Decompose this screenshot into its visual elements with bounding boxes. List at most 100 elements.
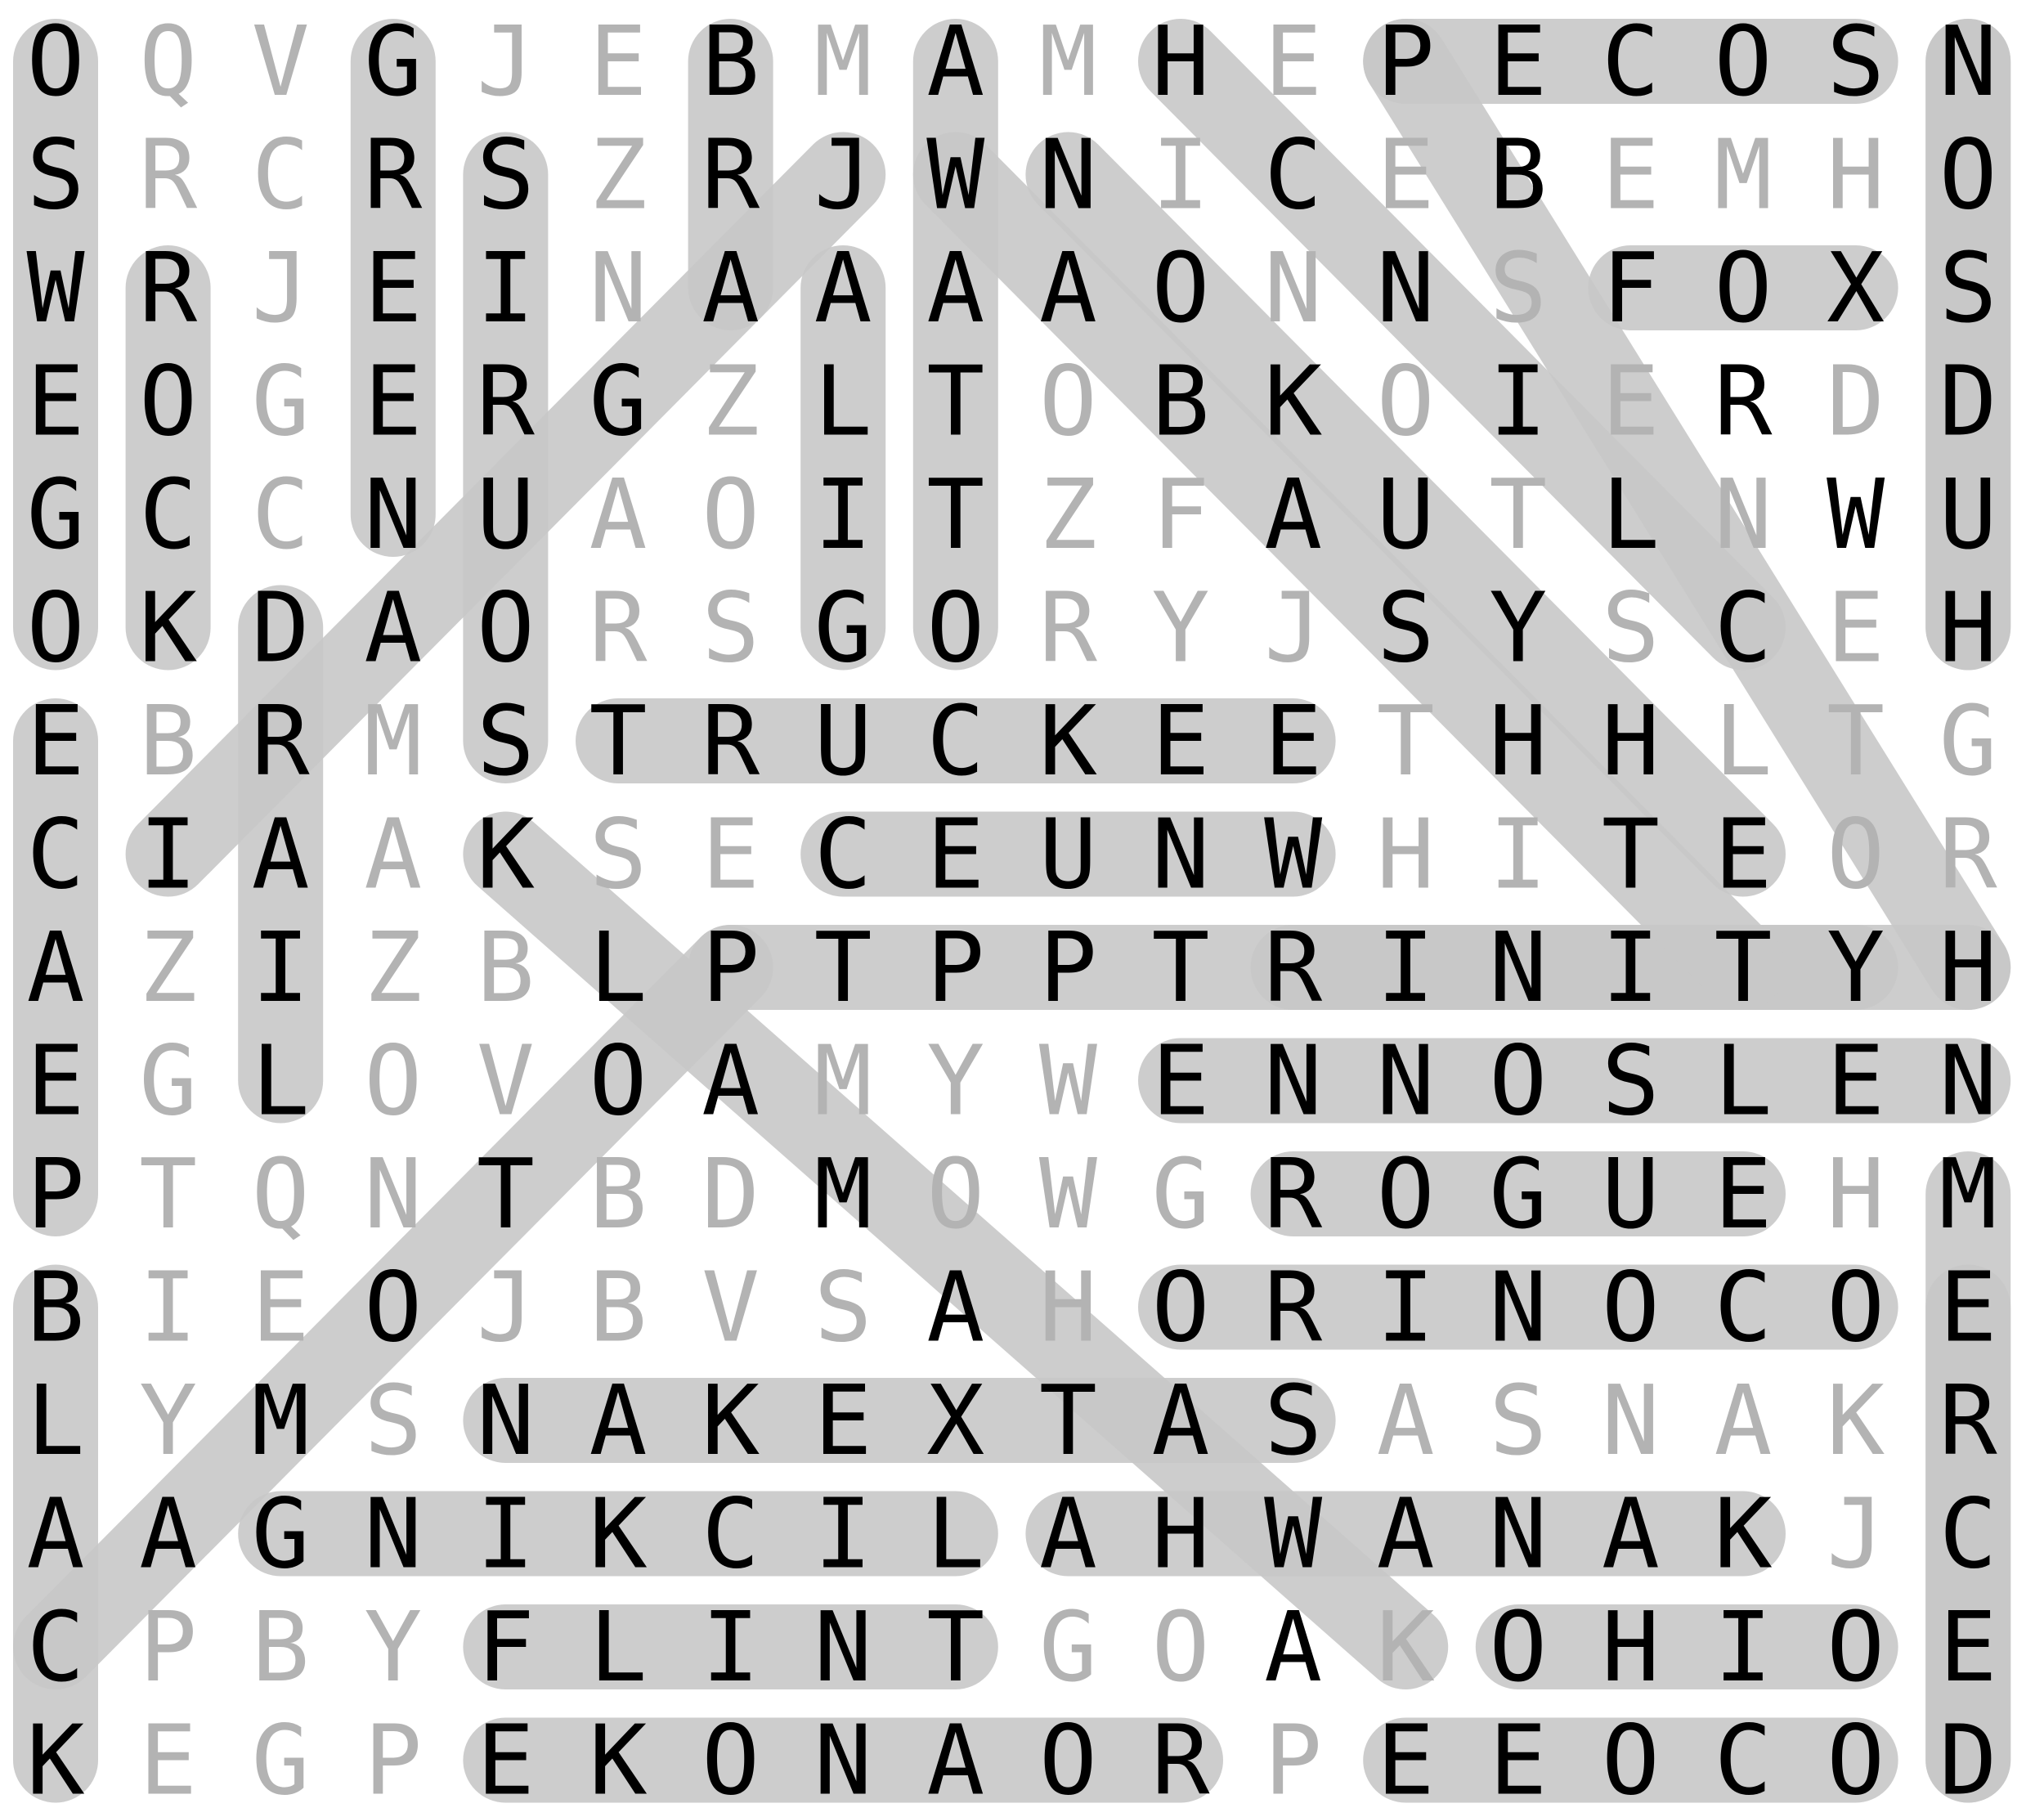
letter-cell-r8-c17[interactable]: H — [1939, 911, 1997, 1024]
letter-cell-r2-c7[interactable]: A — [814, 231, 872, 344]
letter-cell-r1-c6[interactable]: R — [702, 119, 760, 231]
letter-cell-r6-c2[interactable]: R — [252, 684, 311, 797]
letter-cell-r8-c11[interactable]: R — [1264, 911, 1323, 1024]
letter-cell-r11-c1[interactable]: I — [139, 1251, 197, 1364]
letter-cell-r14-c10[interactable]: O — [1151, 1590, 1209, 1703]
letter-cell-r4-c4[interactable]: U — [477, 458, 535, 571]
letter-cell-r1-c8[interactable]: W — [926, 119, 985, 231]
letter-cell-r8-c4[interactable]: B — [477, 911, 535, 1024]
letter-cell-r14-c5[interactable]: L — [589, 1590, 647, 1703]
letter-cell-r11-c2[interactable]: E — [252, 1251, 310, 1364]
letter-cell-r15-c9[interactable]: O — [1039, 1704, 1097, 1817]
letter-cell-r2-c17[interactable]: S — [1939, 231, 1997, 344]
letter-cell-r13-c9[interactable]: A — [1039, 1478, 1097, 1590]
letter-cell-r0-c17[interactable]: N — [1939, 5, 1997, 118]
letter-cell-r14-c6[interactable]: I — [702, 1590, 760, 1703]
letter-cell-r13-c14[interactable]: A — [1602, 1478, 1660, 1590]
letter-cell-r11-c8[interactable]: A — [926, 1251, 984, 1364]
letter-cell-r2-c14[interactable]: F — [1602, 231, 1660, 344]
letter-cell-r12-c1[interactable]: Y — [139, 1364, 197, 1477]
letter-cell-r3-c16[interactable]: D — [1827, 345, 1885, 458]
letter-cell-r9-c3[interactable]: O — [364, 1025, 422, 1137]
letter-cell-r6-c11[interactable]: E — [1264, 684, 1322, 797]
letter-cell-r9-c15[interactable]: L — [1714, 1025, 1772, 1137]
letter-cell-r4-c3[interactable]: N — [364, 458, 422, 571]
letter-cell-r4-c16[interactable]: W — [1827, 458, 1885, 571]
letter-cell-r5-c9[interactable]: R — [1039, 572, 1098, 684]
letter-cell-r13-c16[interactable]: J — [1827, 1478, 1885, 1590]
letter-cell-r2-c6[interactable]: A — [702, 231, 760, 344]
letter-cell-r13-c6[interactable]: C — [702, 1478, 760, 1590]
letter-cell-r14-c2[interactable]: B — [252, 1590, 310, 1703]
letter-cell-r15-c17[interactable]: D — [1939, 1704, 1997, 1817]
letter-cell-r5-c2[interactable]: D — [252, 572, 310, 684]
letter-cell-r3-c14[interactable]: E — [1602, 345, 1660, 458]
letter-cell-r0-c15[interactable]: O — [1714, 5, 1772, 118]
letter-cell-r11-c14[interactable]: O — [1602, 1251, 1660, 1364]
letter-cell-r4-c7[interactable]: I — [814, 458, 872, 571]
letter-cell-r15-c13[interactable]: E — [1489, 1704, 1547, 1817]
letter-cell-r3-c11[interactable]: K — [1264, 345, 1322, 458]
letter-cell-r9-c14[interactable]: S — [1602, 1025, 1660, 1137]
letter-cell-r13-c1[interactable]: A — [139, 1478, 197, 1590]
letter-cell-r3-c12[interactable]: O — [1377, 345, 1435, 458]
letter-cell-r7-c3[interactable]: A — [364, 798, 422, 911]
letter-cell-r6-c6[interactable]: R — [702, 684, 760, 797]
letter-cell-r11-c11[interactable]: R — [1264, 1251, 1323, 1364]
letter-cell-r3-c13[interactable]: I — [1489, 345, 1547, 458]
letter-cell-r12-c12[interactable]: A — [1377, 1364, 1435, 1477]
letter-cell-r4-c10[interactable]: F — [1151, 458, 1209, 571]
letter-cell-r6-c5[interactable]: T — [589, 684, 647, 797]
letter-cell-r0-c6[interactable]: B — [702, 5, 760, 118]
letter-cell-r12-c2[interactable]: M — [252, 1364, 310, 1477]
letter-cell-r14-c16[interactable]: O — [1827, 1590, 1885, 1703]
letter-cell-r1-c14[interactable]: E — [1602, 119, 1660, 231]
letter-cell-r12-c4[interactable]: N — [477, 1364, 535, 1477]
letter-cell-r2-c2[interactable]: J — [252, 231, 310, 344]
letter-cell-r4-c11[interactable]: A — [1264, 458, 1322, 571]
letter-cell-r7-c12[interactable]: H — [1377, 798, 1435, 911]
letter-cell-r9-c6[interactable]: A — [702, 1025, 760, 1137]
letter-cell-r10-c8[interactable]: O — [926, 1137, 984, 1250]
letter-cell-r4-c6[interactable]: O — [702, 458, 760, 571]
letter-cell-r9-c9[interactable]: W — [1039, 1025, 1098, 1137]
letter-cell-r11-c6[interactable]: V — [702, 1251, 760, 1364]
letter-cell-r9-c16[interactable]: E — [1827, 1025, 1885, 1137]
letter-cell-r12-c16[interactable]: K — [1827, 1364, 1885, 1477]
letter-cell-r10-c11[interactable]: R — [1264, 1137, 1323, 1250]
letter-cell-r10-c4[interactable]: T — [477, 1137, 535, 1250]
letter-cell-r8-c13[interactable]: N — [1489, 911, 1547, 1024]
letter-cell-r9-c8[interactable]: Y — [926, 1025, 984, 1137]
letter-cell-r13-c12[interactable]: A — [1377, 1478, 1435, 1590]
letter-cell-r4-c1[interactable]: C — [139, 458, 197, 571]
letter-cell-r1-c12[interactable]: E — [1377, 119, 1435, 231]
letter-cell-r7-c4[interactable]: K — [477, 798, 535, 911]
letter-cell-r14-c7[interactable]: N — [814, 1590, 872, 1703]
letter-cell-r1-c1[interactable]: R — [139, 119, 198, 231]
letter-cell-r7-c16[interactable]: O — [1827, 798, 1885, 911]
letter-cell-r10-c5[interactable]: B — [589, 1137, 647, 1250]
letter-cell-r10-c12[interactable]: O — [1377, 1137, 1435, 1250]
letter-cell-r8-c6[interactable]: P — [702, 911, 760, 1024]
letter-cell-r6-c16[interactable]: T — [1827, 684, 1885, 797]
letter-cell-r0-c12[interactable]: P — [1377, 5, 1435, 118]
letter-cell-r11-c17[interactable]: E — [1939, 1251, 1997, 1364]
letter-cell-r2-c0[interactable]: W — [26, 231, 85, 344]
letter-cell-r7-c13[interactable]: I — [1489, 798, 1547, 911]
letter-cell-r15-c14[interactable]: O — [1602, 1704, 1660, 1817]
letter-cell-r7-c6[interactable]: E — [702, 798, 760, 911]
letter-cell-r7-c10[interactable]: N — [1151, 798, 1209, 911]
letter-cell-r12-c15[interactable]: A — [1714, 1364, 1772, 1477]
letter-cell-r10-c10[interactable]: G — [1151, 1137, 1209, 1250]
letter-cell-r1-c10[interactable]: I — [1151, 119, 1209, 231]
letter-cell-r15-c16[interactable]: O — [1827, 1704, 1885, 1817]
letter-cell-r1-c4[interactable]: S — [477, 119, 535, 231]
letter-cell-r4-c15[interactable]: N — [1714, 458, 1772, 571]
letter-cell-r2-c4[interactable]: I — [477, 231, 535, 344]
letter-cell-r0-c0[interactable]: O — [26, 5, 84, 118]
letter-cell-r1-c3[interactable]: R — [364, 119, 423, 231]
letter-cell-r12-c11[interactable]: S — [1264, 1364, 1322, 1477]
letter-cell-r12-c17[interactable]: R — [1939, 1364, 1998, 1477]
letter-cell-r10-c3[interactable]: N — [364, 1137, 422, 1250]
letter-cell-r8-c8[interactable]: P — [926, 911, 984, 1024]
